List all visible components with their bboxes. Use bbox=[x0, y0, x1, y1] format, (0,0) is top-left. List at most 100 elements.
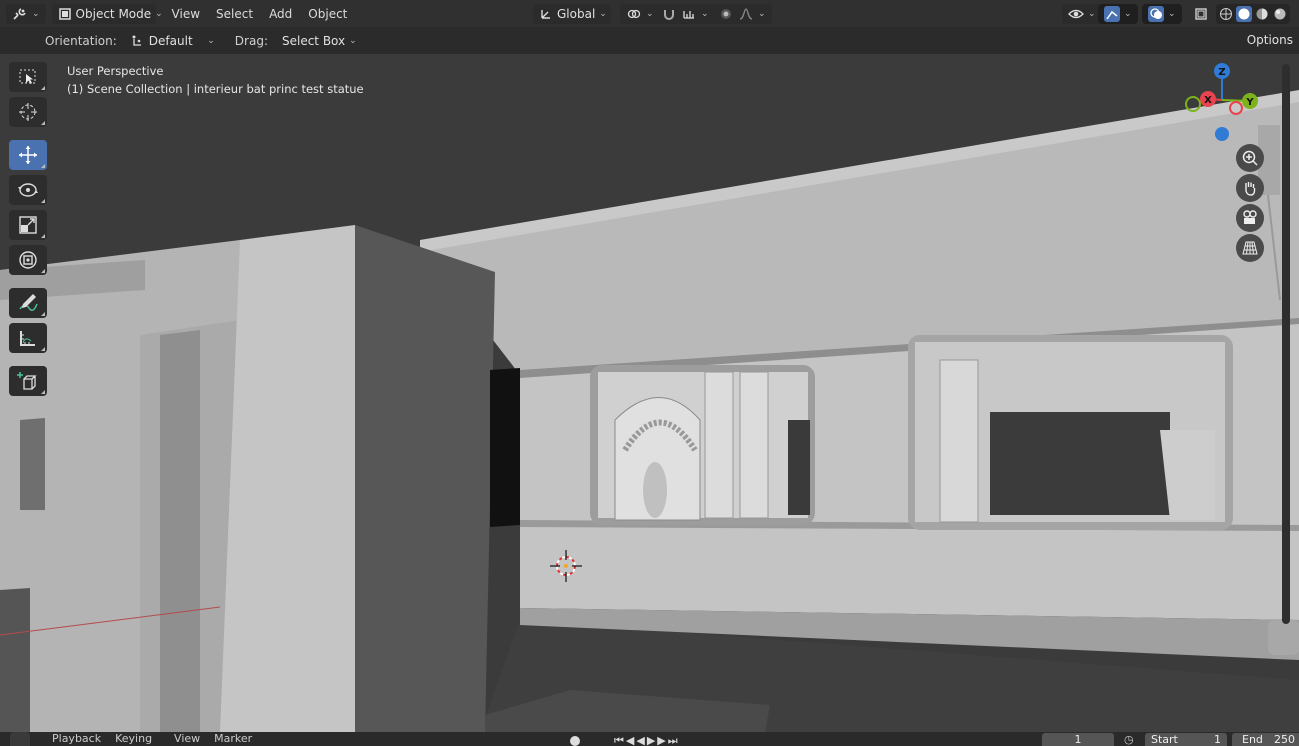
proportional-editing-toggle[interactable]: ⌄ bbox=[712, 3, 772, 24]
select-box-icon bbox=[19, 69, 36, 84]
marker-menu[interactable]: Marker bbox=[214, 732, 252, 745]
chevron-down-icon: ⌄ bbox=[1124, 8, 1132, 19]
playback-menu[interactable]: Playback bbox=[52, 732, 101, 745]
start-value: 1 bbox=[1214, 733, 1221, 746]
chevron-down-icon: ⌄ bbox=[32, 8, 40, 19]
orientation-dropdown[interactable]: Default ⌄ bbox=[122, 30, 221, 51]
timeline-view-menu[interactable]: View bbox=[174, 732, 200, 745]
perspective-label: User Perspective bbox=[67, 64, 164, 78]
chevron-down-icon: ⌄ bbox=[155, 8, 163, 19]
record-icon[interactable] bbox=[570, 736, 580, 746]
visibility-selector[interactable]: ⌄ bbox=[1062, 3, 1102, 24]
chevron-down-icon: ⌄ bbox=[1088, 8, 1096, 19]
gizmo-neg-z-axis[interactable] bbox=[1215, 127, 1229, 141]
collection-label: (1) Scene Collection | interieur bat pri… bbox=[67, 82, 364, 96]
xray-toggle-icon[interactable] bbox=[1193, 6, 1209, 22]
chevron-down-icon: ⌄ bbox=[1168, 8, 1176, 19]
gizmo-toggle[interactable]: ⌄ bbox=[1098, 3, 1138, 24]
tool-shelf bbox=[9, 62, 49, 401]
pivot-icon bbox=[626, 6, 642, 22]
rotate-icon bbox=[18, 183, 38, 197]
drag-field-label: Drag: bbox=[234, 33, 268, 48]
wireframe-shading-icon[interactable] bbox=[1218, 6, 1234, 22]
orientation-axes-icon bbox=[539, 6, 553, 22]
3d-cursor-icon[interactable] bbox=[548, 548, 584, 584]
end-value: 250 bbox=[1274, 733, 1295, 746]
mode-label: Object Mode bbox=[75, 6, 152, 21]
annotate-tool[interactable] bbox=[9, 288, 47, 318]
drag-dropdown[interactable]: Select Box ⌄ bbox=[275, 30, 363, 51]
gizmo-x-label: X bbox=[1204, 95, 1212, 106]
editor-type-selector[interactable]: ⌄ bbox=[6, 3, 46, 24]
move-tool[interactable] bbox=[9, 140, 47, 170]
solid-shading-icon[interactable] bbox=[1236, 6, 1252, 22]
camera-view-icon[interactable] bbox=[1236, 204, 1264, 232]
falloff-curve-icon bbox=[738, 6, 754, 22]
gizmo-icon bbox=[1104, 5, 1120, 22]
chevron-down-icon: ⌄ bbox=[599, 8, 607, 19]
end-label: End bbox=[1242, 733, 1263, 746]
playback-controls-icon[interactable]: ⏮◀◀▶▶⏭ bbox=[614, 734, 680, 746]
overlays-toggle[interactable]: ⌄ bbox=[1142, 3, 1182, 24]
gizmo-y-label: Y bbox=[1245, 97, 1254, 108]
menu-object[interactable]: Object bbox=[300, 7, 355, 21]
chevron-down-icon: ⌄ bbox=[758, 8, 766, 19]
clock-icon[interactable]: ◷ bbox=[1124, 733, 1134, 746]
navigation-gizmo[interactable]: Z X Y bbox=[1180, 62, 1260, 142]
add-cube-tool[interactable] bbox=[9, 366, 47, 396]
tool-settings-header: Orientation: Default ⌄ Drag: Select Box … bbox=[0, 27, 1299, 54]
cursor-tool[interactable] bbox=[9, 97, 47, 127]
scale-tool[interactable] bbox=[9, 210, 47, 240]
overlays-icon bbox=[1148, 5, 1164, 22]
snap-increment-icon bbox=[681, 6, 697, 22]
snap-toggle[interactable]: ⌄ bbox=[655, 3, 715, 24]
viewport-header: ⌄ Object Mode ⌄ View Select Add Object G… bbox=[0, 0, 1299, 27]
pan-hand-icon[interactable] bbox=[1236, 174, 1264, 202]
select-box-tool[interactable] bbox=[9, 62, 47, 92]
material-shading-icon[interactable] bbox=[1254, 6, 1270, 22]
chevron-down-icon: ⌄ bbox=[646, 8, 654, 19]
move-icon bbox=[19, 146, 37, 164]
menu-view[interactable]: View bbox=[164, 7, 208, 21]
menu-add[interactable]: Add bbox=[261, 7, 300, 21]
editor-type-icon bbox=[12, 6, 28, 22]
zoom-icon[interactable] bbox=[1236, 144, 1264, 172]
measure-tool[interactable] bbox=[9, 323, 47, 353]
gizmo-z-label: Z bbox=[1218, 67, 1225, 78]
start-frame-field[interactable]: Start 1 bbox=[1145, 733, 1227, 746]
cursor-tool-icon bbox=[19, 103, 37, 121]
transform-orientation-selector[interactable]: Global ⌄ bbox=[533, 3, 611, 24]
orientation-dropdown-value: Default bbox=[148, 33, 193, 48]
measure-ruler-icon bbox=[20, 331, 35, 346]
perspective-toggle-icon[interactable] bbox=[1236, 234, 1264, 262]
timeline-editor-icon[interactable] bbox=[10, 732, 30, 746]
gizmo-neg-x-axis[interactable] bbox=[1229, 101, 1243, 115]
gizmo-neg-y-axis[interactable] bbox=[1185, 96, 1201, 112]
transform-tool[interactable] bbox=[9, 245, 47, 275]
transform-icon bbox=[19, 251, 37, 269]
end-frame-field[interactable]: End 250 bbox=[1232, 733, 1299, 746]
orientation-default-icon bbox=[129, 33, 145, 49]
eye-icon bbox=[1068, 6, 1084, 22]
options-button[interactable]: Options bbox=[1240, 30, 1299, 50]
proportional-edit-icon bbox=[718, 6, 734, 22]
orientation-label: Global bbox=[557, 6, 596, 21]
start-label: Start bbox=[1151, 733, 1178, 746]
rotate-tool[interactable] bbox=[9, 175, 47, 205]
chevron-down-icon: ⌄ bbox=[207, 35, 215, 46]
3d-viewport[interactable] bbox=[0, 54, 1299, 732]
shading-mode-group bbox=[1216, 4, 1290, 24]
drag-dropdown-value: Select Box bbox=[281, 33, 346, 48]
current-frame-field[interactable]: 1 bbox=[1042, 733, 1114, 746]
mode-selector[interactable]: Object Mode ⌄ bbox=[51, 3, 163, 24]
menu-select[interactable]: Select bbox=[208, 7, 261, 21]
add-cube-icon bbox=[17, 372, 37, 390]
scale-icon bbox=[19, 216, 37, 234]
orientation-field-label: Orientation: bbox=[45, 33, 117, 48]
options-label: Options bbox=[1246, 33, 1293, 47]
viewport-info: User Perspective (1) Scene Collection | … bbox=[67, 62, 364, 98]
scene-render bbox=[0, 54, 1299, 732]
keying-menu[interactable]: Keying bbox=[115, 732, 152, 745]
rendered-shading-icon[interactable] bbox=[1272, 6, 1288, 22]
pivot-point-selector[interactable]: ⌄ bbox=[620, 3, 660, 24]
